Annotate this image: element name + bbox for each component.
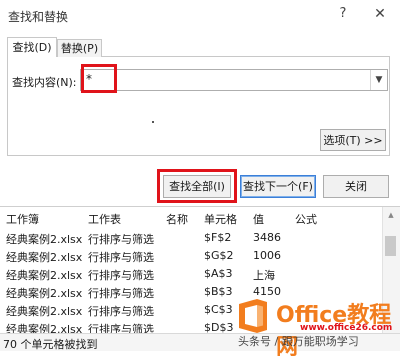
column-header[interactable]: 公式 [295,211,317,227]
cell-workbook: 经典案例2.xlsx [6,323,83,333]
watermark-url: www.office26.com [300,323,393,333]
cell-workbook: 经典案例2.xlsx [6,269,83,282]
highlight-box [81,64,117,93]
column-header[interactable]: 工作簿 [6,211,39,227]
cell-sheet: 行排序与筛选 [88,269,154,282]
help-button[interactable]: ? [333,4,353,24]
cell-workbook: 经典案例2.xlsx [6,287,83,300]
cell-sheet: 行排序与筛选 [88,323,154,333]
cell-workbook: 经典案例2.xlsx [6,251,83,264]
cell-sheet: 行排序与筛选 [88,233,154,246]
cell-workbook: 经典案例2.xlsx [6,233,83,246]
office-logo-icon [239,299,267,333]
cell-sheet: 行排序与筛选 [88,305,154,318]
scroll-up-icon[interactable]: ▲ [382,208,400,222]
cell-address: $B$3 [204,285,233,298]
scroll-thumb[interactable] [385,236,396,256]
cell-sheet: 行排序与筛选 [88,287,154,300]
table-row[interactable]: 经典案例2.xlsx 行排序与筛选 $G$2 1006 [0,246,382,264]
watermark-subtitle: 头条号 / 跟万能职场学习 [238,335,359,348]
status-text: 70 个单元格被找到 [3,338,98,351]
highlight-box [157,169,237,203]
find-what-input[interactable] [80,69,388,91]
column-header[interactable]: 工作表 [88,211,121,227]
cell-value: 1006 [253,249,281,262]
find-next-button[interactable]: 查找下一个(F) [240,175,316,198]
cell-address: $C$3 [204,303,233,316]
find-what-label: 查找内容(N): [12,76,77,89]
options-button[interactable]: 选项(T) >> [320,129,386,151]
chevron-down-icon[interactable]: ▼ [370,70,387,90]
cell-address: $A$3 [204,267,233,280]
close-icon[interactable]: ✕ [370,4,390,24]
column-header[interactable]: 单元格 [204,211,237,227]
dialog-title: 查找和替换 [8,10,69,24]
column-header[interactable]: 名称 [166,211,188,227]
cell-workbook: 经典案例2.xlsx [6,305,83,318]
dot-mark [152,121,154,123]
table-row[interactable]: 经典案例2.xlsx 行排序与筛选 $F$2 3486 [0,228,382,246]
cell-value: 3486 [253,231,281,244]
tab-find[interactable]: 查找(D) [7,37,57,57]
cell-value: 上海 [253,269,275,282]
cell-address: $D$3 [204,321,234,333]
column-header[interactable]: 值 [253,211,264,227]
table-row[interactable]: 经典案例2.xlsx 行排序与筛选 $A$3 上海 [0,264,382,282]
cell-sheet: 行排序与筛选 [88,251,154,264]
close-button[interactable]: 关闭 [323,175,389,198]
tab-replace[interactable]: 替换(P) [57,39,102,57]
cell-address: $F$2 [204,231,232,244]
cell-address: $G$2 [204,249,234,262]
